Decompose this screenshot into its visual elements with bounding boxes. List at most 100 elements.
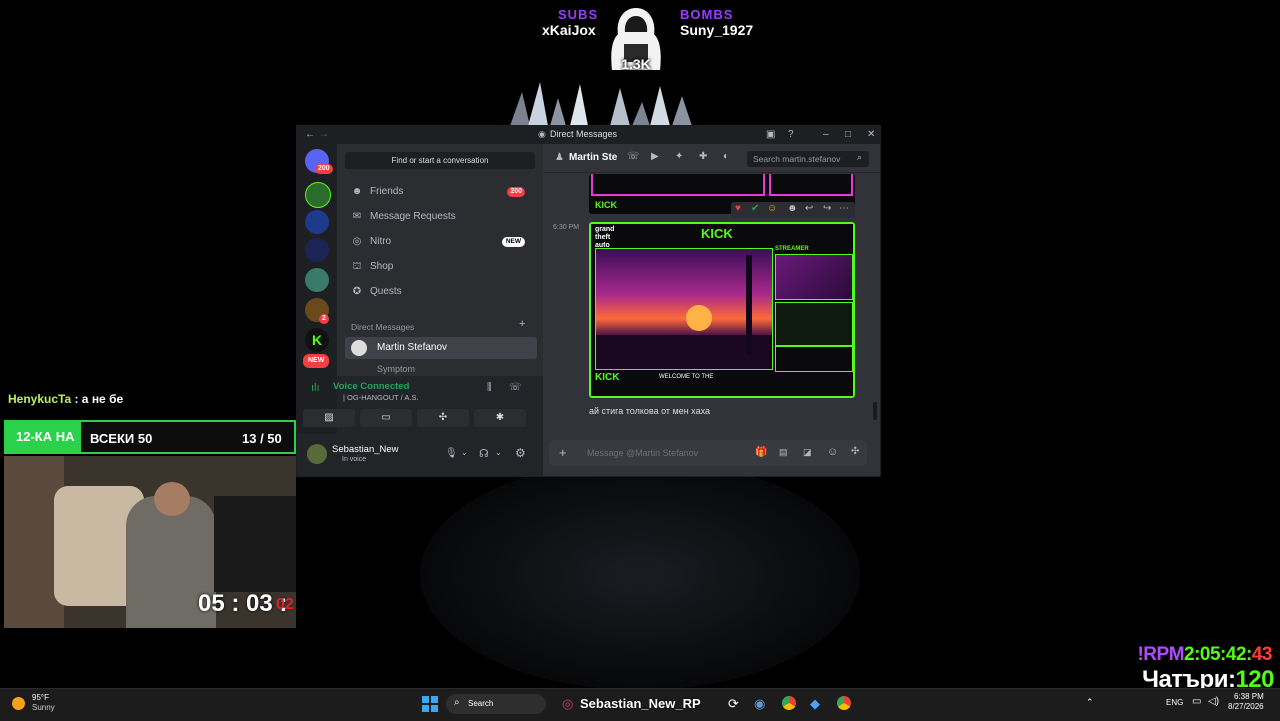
chat-scrollbar[interactable] [873, 402, 877, 420]
gif-icon[interactable]: ▤ [779, 447, 788, 458]
help-icon[interactable]: ? [788, 129, 794, 140]
discord-logo-icon: ◉ [538, 129, 546, 139]
sub-goal-bar: 12-КА НА ВСЕКИ 50 13 / 50 [4, 420, 296, 454]
dm-item-next[interactable]: Symptom [377, 364, 415, 374]
attach-plus-icon[interactable]: + [559, 445, 567, 460]
close-icon[interactable]: ✕ [867, 129, 875, 140]
soundboard-icon[interactable]: ⫼ [487, 382, 492, 393]
pin-icon[interactable]: ✦ [675, 151, 683, 162]
shop-icon: ⛫ [352, 261, 362, 272]
video-icon[interactable]: ▶ [651, 151, 659, 162]
chat-search-input[interactable]: Search martin.stefanov [747, 151, 869, 167]
headphones-icon[interactable]: ☊ [479, 447, 489, 460]
nav-quests[interactable]: ✪ Quests [345, 282, 535, 302]
check-reaction-icon[interactable]: ✔ [751, 203, 759, 214]
network-icon[interactable]: ▭ [1192, 696, 1201, 707]
steam-icon[interactable]: ◉ [754, 696, 765, 712]
app-icon[interactable]: ⟳ [728, 696, 739, 712]
sun-icon [12, 697, 25, 710]
reply-icon[interactable]: ↩ [805, 203, 813, 214]
gift-icon[interactable]: 🎁 [755, 447, 767, 458]
language-indicator[interactable]: ENG [1166, 698, 1183, 707]
message-composer[interactable]: + Message @Martin Stefanov 🎁 ▤ ◪ ☺ ✣ [549, 440, 867, 466]
chat-text: : а не бе [71, 392, 124, 406]
message-timestamp: 6:30 PM [553, 224, 580, 231]
nav-nitro[interactable]: ◎ Nitro NEW [345, 232, 535, 252]
windows-start-icon[interactable] [422, 696, 438, 712]
voice-channel[interactable]: | OG-HANGOUT / A.S. [343, 393, 419, 402]
server-blue-icon[interactable] [305, 210, 329, 234]
heart-reaction-icon[interactable]: ♥ [735, 203, 741, 214]
sticker-icon[interactable]: ◪ [803, 447, 812, 458]
clock-time[interactable]: 6:38 PM [1234, 692, 1264, 701]
chrome-icon-2[interactable] [837, 696, 851, 710]
image-streamer-label: STREAMER [775, 246, 809, 252]
server-tdc-icon[interactable] [305, 268, 329, 292]
chrome-icon[interactable] [782, 696, 796, 710]
new-badge: NEW [303, 354, 330, 368]
profile-icon[interactable]: ◐ [723, 151, 729, 162]
subs-name: xKaiJox [542, 22, 596, 38]
weather-cond[interactable]: Sunny [32, 703, 55, 712]
find-conversation-input[interactable]: Find or start a conversation [345, 152, 535, 169]
minimize-icon[interactable]: – [823, 129, 829, 140]
taskbar: 95°F Sunny ⌕ Search Sebastian_New_RP ◎ ⟳… [0, 688, 1280, 721]
voice-actions: ▨ ▭ ✣ ✱ [303, 409, 533, 429]
user-avatar[interactable] [307, 444, 327, 464]
server-star-icon[interactable] [305, 238, 329, 262]
more-icon[interactable]: ⋯ [839, 203, 849, 214]
chat-frame [775, 302, 853, 346]
image-kick-title: KICK [701, 226, 733, 241]
kick-overlay-image[interactable]: grand theft auto KICK STREAMER KICK WELCOM… [589, 222, 855, 398]
chat-user: HenykucTa [8, 392, 72, 406]
laugh-reaction-icon[interactable]: ☺ [767, 203, 777, 214]
maximize-icon[interactable]: □ [845, 129, 851, 140]
nav-message-requests-label: Message Requests [370, 211, 456, 222]
call-icon[interactable]: ☏ [627, 151, 640, 162]
microphone-icon[interactable]: 🎙 [445, 448, 458, 459]
server-k-icon[interactable]: K [305, 328, 329, 352]
screen-share-icon[interactable]: ▭ [360, 409, 412, 427]
cam-head [154, 482, 190, 516]
message-hover-toolbar: ♥ ✔ ☺ ☻ ↩ ↪ ⋯ [731, 202, 855, 218]
webcam-frame [775, 254, 853, 300]
forward-arrow-icon[interactable]: → [319, 129, 329, 140]
clock-date[interactable]: 8/27/2026 [1228, 702, 1264, 711]
instagram-icon[interactable]: ◎ [562, 696, 573, 712]
chevron-down-icon[interactable]: ⌄ [461, 448, 468, 457]
friends-badge: 200 [507, 187, 525, 197]
dm-sidebar: Find or start a conversation ☻ Friends 2… [337, 144, 543, 376]
image-welcome: WELCOME TO THE [659, 374, 714, 380]
inbox-icon[interactable]: ▣ [766, 129, 775, 140]
disconnect-icon[interactable]: ☏ [509, 382, 522, 393]
back-arrow-icon[interactable]: ← [305, 129, 315, 140]
volume-icon[interactable]: ◁) [1208, 696, 1219, 707]
add-dm-icon[interactable]: + [519, 318, 525, 330]
app-diamond-icon[interactable]: ◆ [810, 696, 820, 712]
emoji-icon[interactable]: ☺ [827, 446, 838, 458]
camera-off-icon[interactable]: ▨ [303, 409, 355, 427]
home-badge: 200 [315, 164, 333, 174]
nav-shop[interactable]: ⛫ Shop [345, 257, 535, 277]
dm-item-martin[interactable]: Martin Stefanov [345, 337, 537, 359]
add-reaction-icon[interactable]: ☻ [787, 203, 798, 214]
voice-panel: ılı Voice Connected | OG-HANGOUT / A.S. … [303, 376, 543, 434]
server-kick-icon[interactable] [305, 182, 331, 208]
taskbar-app-label: Sebastian_New_RP [580, 696, 701, 711]
weather-temp[interactable]: 95°F [32, 693, 49, 702]
discord-window: ← → ◉ Direct Messages ▣ ? – □ ✕ 200 2 K … [296, 125, 881, 477]
gear-icon[interactable]: ⚙ [515, 446, 526, 460]
chevron-down-icon-2[interactable]: ⌄ [495, 448, 502, 457]
forward-icon[interactable]: ↪ [823, 203, 831, 214]
add-friend-icon[interactable]: ✚ [699, 151, 707, 162]
activities-icon[interactable]: ✣ [417, 409, 469, 427]
taskbar-search[interactable]: ⌕ Search [446, 694, 546, 714]
soundboard-button-icon[interactable]: ✱ [474, 409, 526, 427]
apps-icon[interactable]: ✣ [851, 446, 859, 457]
tray-chevron-icon[interactable]: ⌃ [1086, 697, 1094, 708]
image-kick-footer: KICK [595, 372, 620, 383]
nav-message-requests[interactable]: ✉ Message Requests [345, 207, 535, 227]
taskbar-search-label: Search [468, 699, 494, 708]
nitro-new-badge: NEW [501, 237, 525, 247]
nav-friends[interactable]: ☻ Friends 200 [345, 182, 535, 202]
